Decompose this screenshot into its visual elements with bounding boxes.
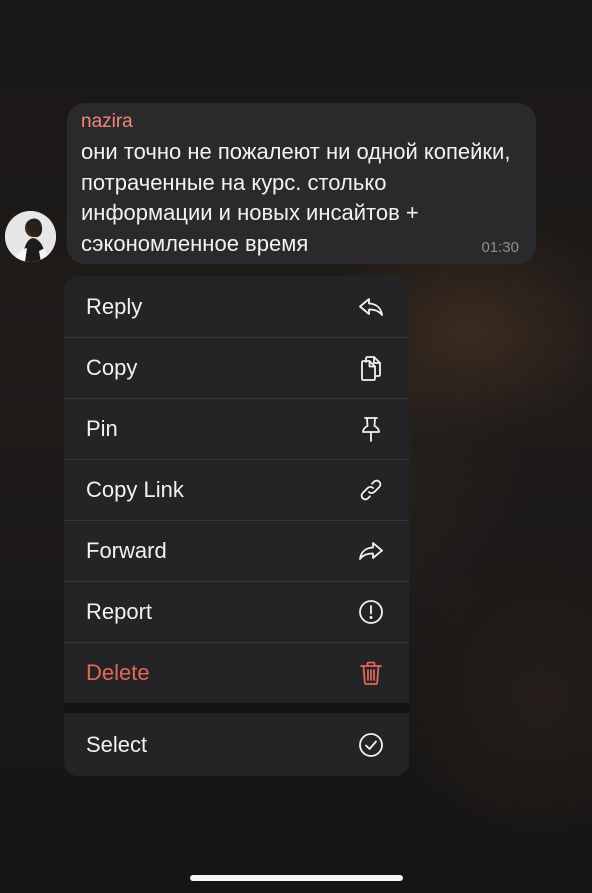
menu-item-label: Copy Link [86, 477, 184, 502]
home-indicator[interactable] [190, 875, 403, 881]
menu-item-label: Pin [86, 416, 118, 441]
menu-item-forward[interactable]: Forward [64, 520, 409, 581]
menu-item-copy[interactable]: Copy [64, 337, 409, 398]
menu-item-delete[interactable]: Delete [64, 642, 409, 703]
menu-item-label: Reply [86, 293, 143, 319]
sender-name[interactable]: nazira [81, 111, 520, 133]
menu-separator [64, 703, 409, 713]
forward-icon [357, 537, 385, 565]
menu-item-select[interactable]: Select [64, 713, 409, 776]
menu-item-report[interactable]: Report [64, 581, 409, 642]
copy-icon [357, 354, 385, 382]
menu-item-label: Copy [86, 355, 138, 380]
check-circle-icon [357, 731, 385, 759]
menu-item-label: Delete [86, 660, 150, 685]
menu-item-label: Forward [86, 538, 167, 563]
message-timestamp: 01:30 [481, 239, 519, 256]
menu-item-pin[interactable]: Pin [64, 398, 409, 459]
menu-item-copy-link[interactable]: Copy Link [64, 459, 409, 520]
menu-item-label: Select [86, 731, 148, 757]
sender-avatar[interactable] [5, 211, 56, 262]
reply-icon [357, 293, 385, 321]
trash-icon [357, 659, 385, 687]
menu-item-label: Report [86, 599, 153, 624]
message-bubble[interactable]: nazira они точно не пожалеют ни одной ко… [67, 103, 536, 264]
avatar-photo [5, 211, 56, 262]
report-icon [357, 598, 385, 626]
message-text: они точно не пожалеют ни одной копейки, … [81, 139, 517, 256]
pin-icon [357, 415, 385, 443]
menu-item-reply[interactable]: Reply [64, 276, 409, 337]
link-icon [357, 476, 385, 504]
message-context-menu: Reply Copy Pin Copy Link Forward Report … [64, 276, 409, 776]
